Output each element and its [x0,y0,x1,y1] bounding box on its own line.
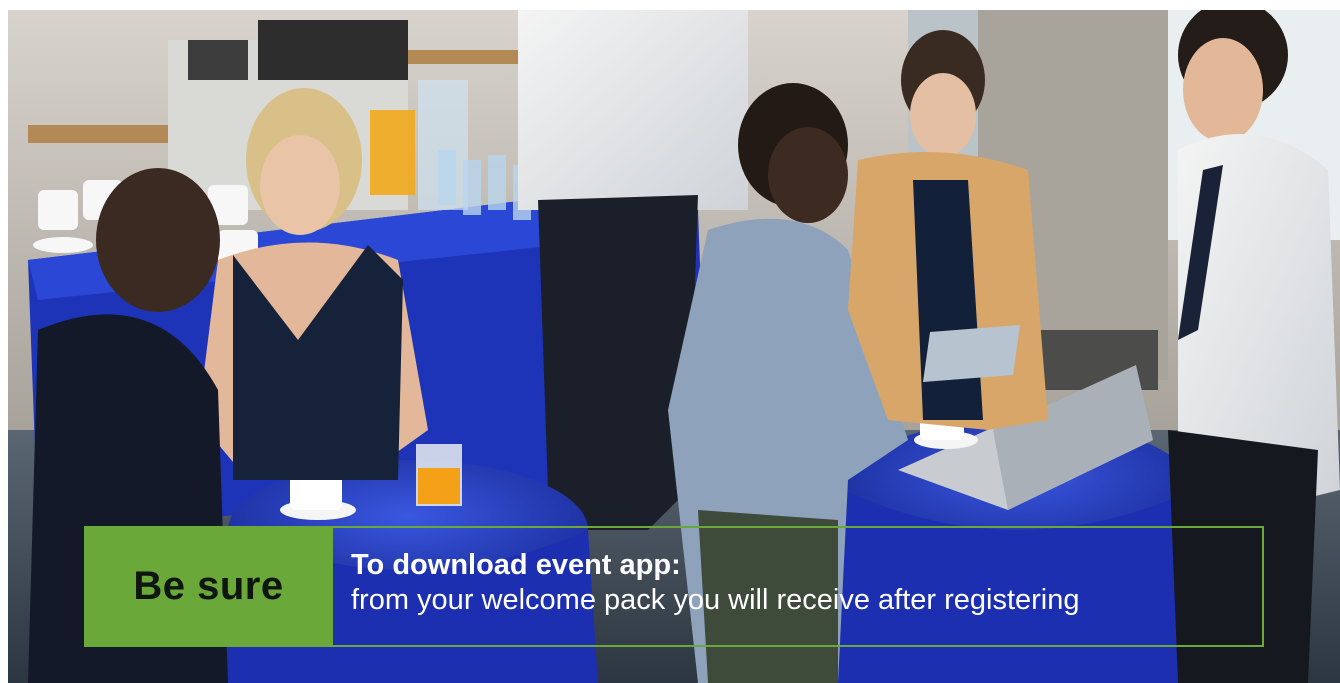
callout-message: To download event app: from your welcome… [333,526,1264,647]
hero-banner: Be sure To download event app: from your… [8,10,1340,683]
callout-title: To download event app: [351,549,681,581]
be-sure-badge: Be sure [84,526,333,647]
download-app-callout: Be sure To download event app: from your… [84,526,1264,647]
callout-subtitle: from your welcome pack you will receive … [351,584,1080,616]
badge-label: Be sure [133,564,284,608]
